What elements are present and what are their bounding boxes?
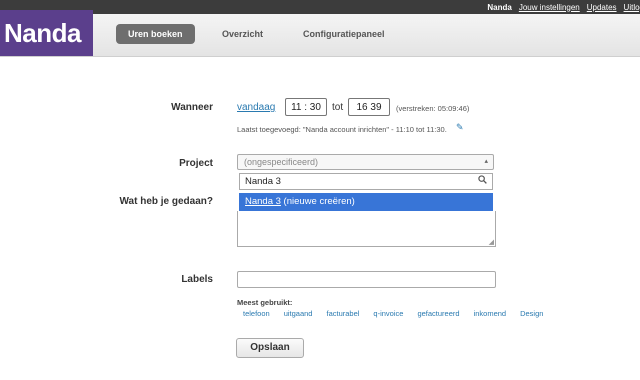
date-today-link[interactable]: vandaag (237, 102, 275, 113)
tab-configuratiepaneel[interactable]: Configuratiepaneel (303, 24, 385, 44)
most-used-title: Meest gebruikt: (237, 298, 293, 307)
pencil-icon[interactable]: ✎ (456, 122, 464, 133)
tag-link[interactable]: inkomend (474, 309, 507, 318)
project-search-input[interactable]: Nanda 3 (239, 173, 493, 190)
description-textarea[interactable]: ◢ (237, 211, 496, 247)
project-select[interactable]: (ongespecificeerd) ▴ (237, 154, 494, 170)
dropdown-arrow-icon: ▴ (484, 158, 488, 165)
tag-link[interactable]: gefactureerd (417, 309, 459, 318)
option-create-text: (nieuwe creëren) (280, 196, 355, 207)
logout-link[interactable]: Uitlog (624, 3, 640, 12)
logo[interactable]: Nanda (0, 10, 93, 56)
elapsed-text: (verstreken: 05:09:46) (396, 104, 470, 113)
updates-link[interactable]: Updates (587, 3, 617, 12)
project-search-value: Nanda 3 (245, 176, 281, 187)
current-user[interactable]: Nanda (487, 3, 511, 12)
search-icon (478, 174, 487, 189)
tab-uren-boeken[interactable]: Uren boeken (116, 24, 195, 44)
resize-grip-icon[interactable]: ◢ (489, 238, 494, 246)
project-selected-value: (ongespecificeerd) (244, 157, 319, 167)
what-label: Wat heb je gedaan? (119, 196, 213, 207)
tag-list: telefoon uitgaand facturabel q-invoice g… (243, 309, 557, 318)
tab-overzicht[interactable]: Overzicht (222, 24, 263, 44)
project-option-create[interactable]: Nanda 3 (nieuwe creëren) (239, 193, 493, 211)
tag-link[interactable]: uitgaand (284, 309, 313, 318)
when-label: Wanneer (171, 102, 213, 113)
labels-input[interactable] (237, 271, 496, 288)
project-label: Project (179, 158, 213, 169)
end-time-input[interactable]: 16 39 (348, 98, 390, 116)
tag-link[interactable]: Design (520, 309, 543, 318)
save-button[interactable]: Opslaan (236, 338, 304, 358)
top-links: Nanda Jouw instellingen Updates Uitlog (487, 1, 640, 13)
start-time-input[interactable]: 11 : 30 (285, 98, 327, 116)
labels-label: Labels (181, 274, 213, 285)
top-bar: Nanda Jouw instellingen Updates Uitlog (0, 0, 640, 14)
to-text: tot (332, 102, 344, 113)
option-match-text: Nanda 3 (245, 196, 281, 207)
tag-link[interactable]: facturabel (326, 309, 359, 318)
settings-link[interactable]: Jouw instellingen (519, 3, 580, 12)
last-added-text: Laatst toegevoegd: "Nanda account inrich… (237, 125, 447, 134)
tag-link[interactable]: q-invoice (373, 309, 403, 318)
tag-link[interactable]: telefoon (243, 309, 270, 318)
